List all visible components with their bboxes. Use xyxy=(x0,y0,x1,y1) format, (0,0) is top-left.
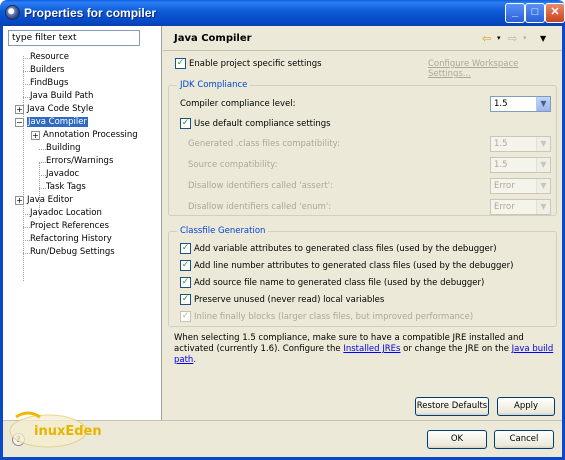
tree-item-javadoc[interactable]: Javadoc xyxy=(46,168,79,181)
enum-identifier-value: Error xyxy=(494,202,515,212)
tree-item-java-compiler[interactable]: − Java Compiler xyxy=(15,116,88,129)
restore-defaults-button[interactable]: Restore Defaults xyxy=(415,397,489,416)
view-menu-icon[interactable]: ▼ xyxy=(540,34,546,43)
filter-input[interactable] xyxy=(8,30,140,46)
use-default-compliance-label: Use default compliance settings xyxy=(194,119,331,129)
tree-connector xyxy=(23,58,30,59)
tree-connector xyxy=(23,214,30,215)
enable-specific-checkbox[interactable]: ✓ xyxy=(175,58,186,69)
source-compat-value: 1.5 xyxy=(494,160,508,170)
chevron-down-icon: ▼ xyxy=(536,179,550,193)
source-file-name-label: Add source file name to generated class … xyxy=(194,278,485,288)
tree-item-findbugs[interactable]: FindBugs xyxy=(30,77,68,90)
tree-connector xyxy=(23,227,30,228)
tree-guide xyxy=(23,56,24,281)
generated-compat-label: Generated .class files compatibility: xyxy=(188,139,340,149)
window-title: Properties for compiler xyxy=(24,6,157,20)
assert-identifier-combo[interactable]: Error ▼ xyxy=(490,178,551,194)
chevron-down-icon: ▼ xyxy=(536,137,550,151)
enable-specific-label: Enable project specific settings xyxy=(189,59,322,69)
compliance-level-combo[interactable]: 1.5 ▼ xyxy=(490,96,551,112)
tree-connector xyxy=(39,149,46,150)
inline-finally-checkbox[interactable]: ✓ xyxy=(180,311,191,322)
tree-item-errors-warnings[interactable]: Errors/Warnings xyxy=(46,155,113,168)
line-number-label: Add line number attributes to generated … xyxy=(194,261,514,271)
title-bar[interactable]: Properties for compiler _ □ ✕ xyxy=(0,0,565,26)
tree-item-project-references[interactable]: Project References xyxy=(30,220,109,233)
tree-item-java-code-style[interactable]: + Java Code Style xyxy=(15,103,93,116)
assert-identifier-value: Error xyxy=(494,181,515,191)
tree-item-builders[interactable]: Builders xyxy=(30,64,65,77)
eclipse-icon xyxy=(5,5,20,20)
ok-button[interactable]: OK xyxy=(427,430,487,449)
linuxeden-watermark: inuxEden xyxy=(9,411,102,448)
back-dropdown-icon[interactable]: ▾ xyxy=(497,34,501,42)
chevron-down-icon[interactable]: ▼ xyxy=(536,97,550,111)
compliance-level-value: 1.5 xyxy=(494,99,508,109)
enum-identifier-combo[interactable]: Error ▼ xyxy=(490,199,551,215)
jdk-compliance-legend: JDK Compliance xyxy=(177,80,251,90)
line-number-checkbox[interactable]: ✓ xyxy=(180,260,191,271)
tree-item-task-tags[interactable]: Task Tags xyxy=(46,181,86,194)
tree-item-run-debug-settings[interactable]: Run/Debug Settings xyxy=(30,246,115,259)
expand-icon[interactable]: + xyxy=(31,131,40,140)
expand-icon[interactable]: + xyxy=(15,105,24,114)
chevron-down-icon: ▼ xyxy=(536,158,550,172)
apply-button[interactable]: Apply xyxy=(497,397,555,416)
forward-arrow-icon[interactable]: ⇨ xyxy=(508,32,517,45)
variable-attributes-checkbox[interactable]: ✓ xyxy=(180,243,191,254)
page-title: Java Compiler xyxy=(174,33,252,44)
tree-item-java-build-path[interactable]: Java Build Path xyxy=(30,90,93,103)
classfile-generation-group: Classfile Generation ✓ Add variable attr… xyxy=(168,226,557,327)
configure-workspace-link[interactable]: Configure Workspace Settings... xyxy=(428,59,562,79)
installed-jres-link[interactable]: Installed JREs xyxy=(343,344,400,354)
source-compat-label: Source compatibility: xyxy=(188,160,278,170)
close-button[interactable]: ✕ xyxy=(545,3,565,23)
cancel-button[interactable]: Cancel xyxy=(494,430,554,449)
classfile-generation-legend: Classfile Generation xyxy=(177,226,269,236)
tree-item-annotation-processing[interactable]: + Annotation Processing xyxy=(31,129,138,142)
tree-connector xyxy=(23,253,30,254)
tree-connector xyxy=(23,240,30,241)
tree-item-java-editor[interactable]: + Java Editor xyxy=(15,194,73,207)
left-panel: Resource Builders FindBugs Java Build Pa… xyxy=(3,26,162,420)
tree-item-javadoc-location[interactable]: Javadoc Location xyxy=(30,207,102,220)
source-file-name-checkbox[interactable]: ✓ xyxy=(180,277,191,288)
tree-connector xyxy=(23,71,30,72)
tree-connector xyxy=(23,84,30,85)
page-header: Java Compiler ⇦ ▾ ⇨ ▾ ▼ xyxy=(163,26,562,51)
right-panel: Java Compiler ⇦ ▾ ⇨ ▾ ▼ ✓ Enable project… xyxy=(163,26,562,420)
generated-compat-value: 1.5 xyxy=(494,139,508,149)
tree-connector xyxy=(39,162,46,163)
compliance-info-text: When selecting 1.5 compliance, make sure… xyxy=(174,333,559,366)
tree-item-resource[interactable]: Resource xyxy=(30,51,69,64)
collapse-icon[interactable]: − xyxy=(15,118,24,127)
assert-identifier-label: Disallow identifiers called 'assert': xyxy=(188,181,333,191)
forward-dropdown-icon[interactable]: ▾ xyxy=(523,34,527,42)
maximize-button[interactable]: □ xyxy=(525,3,545,23)
tree-connector xyxy=(39,188,46,189)
tree-item-building[interactable]: Building xyxy=(46,142,80,155)
chevron-down-icon: ▼ xyxy=(536,200,550,214)
generated-compat-combo[interactable]: 1.5 ▼ xyxy=(490,136,551,152)
preserve-unused-label: Preserve unused (never read) local varia… xyxy=(194,295,385,305)
info-text-part3: . xyxy=(193,355,197,365)
use-default-compliance-checkbox[interactable]: ✓ xyxy=(180,118,191,129)
inline-finally-label: Inline finally blocks (larger class file… xyxy=(194,312,474,322)
compliance-level-label: Compiler compliance level: xyxy=(180,99,296,109)
source-compat-combo[interactable]: 1.5 ▼ xyxy=(490,157,551,173)
enum-identifier-label: Disallow identifiers called 'enum': xyxy=(188,202,332,212)
preserve-unused-checkbox[interactable]: ✓ xyxy=(180,294,191,305)
info-text-part2: or change the JRE on the xyxy=(400,344,512,354)
jdk-compliance-group: JDK Compliance Compiler compliance level… xyxy=(168,80,557,216)
tree-connector xyxy=(39,175,46,176)
back-arrow-icon[interactable]: ⇦ xyxy=(482,32,491,45)
watermark-text: inuxEden xyxy=(34,424,102,439)
expand-icon[interactable]: + xyxy=(15,196,24,205)
minimize-button[interactable]: _ xyxy=(505,3,525,23)
tree-item-refactoring-history[interactable]: Refactoring History xyxy=(30,233,112,246)
tree-connector xyxy=(23,97,30,98)
variable-attributes-label: Add variable attributes to generated cla… xyxy=(194,244,497,254)
